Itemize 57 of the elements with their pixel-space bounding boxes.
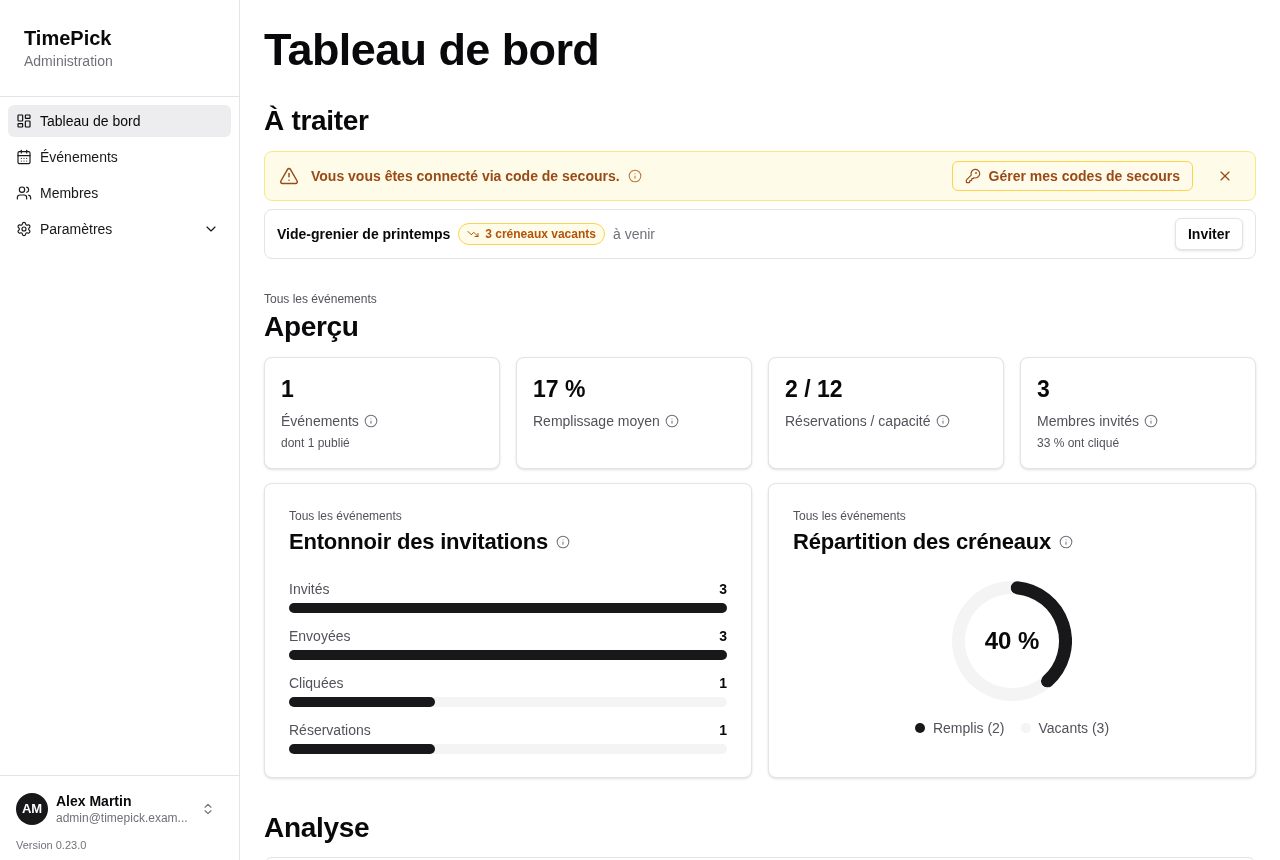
stat-value: 2 / 12: [785, 375, 843, 403]
info-icon: [1143, 414, 1158, 428]
card-title: Répartition des créneaux: [793, 528, 1052, 556]
stat-value: 1: [281, 375, 294, 403]
manage-codes-button[interactable]: Gérer mes codes de secours: [951, 161, 1193, 191]
info-icon: [935, 414, 950, 428]
user-avatar: AM: [16, 793, 48, 825]
stat-value: 3: [1037, 375, 1050, 403]
key-icon: [964, 168, 981, 184]
stat-label: Remplissage moyen: [533, 411, 660, 431]
funnel-value: 3: [719, 626, 727, 646]
card-title: Entonnoir des invitations: [289, 528, 548, 556]
stat-value: 17 %: [533, 375, 586, 403]
section-scope: Tous les événements: [264, 291, 377, 307]
stat-note: dont 1 publié: [281, 435, 350, 451]
info-icon: [1059, 535, 1074, 549]
warning-icon: [279, 166, 299, 186]
card-scope: Tous les événements: [289, 508, 402, 524]
info-icon: [363, 414, 378, 428]
section-heading: Aperçu: [264, 310, 359, 344]
brand-subtitle: Administration: [24, 52, 113, 71]
dashboard-icon: [16, 113, 32, 129]
stat-note: 33 % ont cliqué: [1037, 435, 1120, 451]
legend-label: Remplis (2): [932, 718, 1005, 738]
funnel-label: Envoyées: [289, 626, 351, 646]
stat-label: Membres invités: [1037, 411, 1139, 431]
calendar-icon: [16, 149, 32, 165]
page-title: Tableau de bord: [264, 24, 600, 76]
event-status: à venir: [613, 224, 655, 244]
version-text: Version 0.23.0: [16, 838, 87, 852]
info-icon: [664, 414, 679, 428]
section-heading: Analyse: [264, 811, 370, 845]
info-icon: [627, 169, 642, 183]
section-heading: À traiter: [264, 104, 369, 138]
funnel-value: 1: [719, 720, 727, 740]
legend-label: Vacants (3): [1038, 718, 1110, 738]
user-name: Alex Martin: [56, 792, 132, 810]
alert-message: Vous vous êtes connecté via code de secours.: [311, 166, 620, 186]
chart-center-value: 40 %: [984, 626, 1040, 656]
invite-button[interactable]: Inviter: [1175, 218, 1243, 250]
stat-label: Réservations / capacité: [785, 411, 931, 431]
sidebar-item[interactable]: Tableau de bord: [8, 105, 231, 137]
funnel-label: Réservations: [289, 720, 371, 740]
brand-name: TimePick: [24, 26, 112, 51]
funnel-label: Invités: [289, 579, 330, 599]
user-email: admin@timepick.exam...: [56, 810, 188, 826]
funnel-value: 3: [719, 579, 727, 599]
funnel-label: Cliquées: [289, 673, 344, 693]
stat-label: Événements: [281, 411, 359, 431]
settings-icon: [16, 221, 32, 237]
event-name: Vide-grenier de printemps: [277, 224, 451, 244]
card-scope: Tous les événements: [793, 508, 906, 524]
info-icon: [556, 535, 570, 549]
vacancy-badge: 3 créneaux vacants: [458, 223, 605, 245]
users-icon: [16, 185, 32, 201]
funnel-value: 1: [719, 673, 727, 693]
trend-down-icon: [467, 228, 480, 240]
